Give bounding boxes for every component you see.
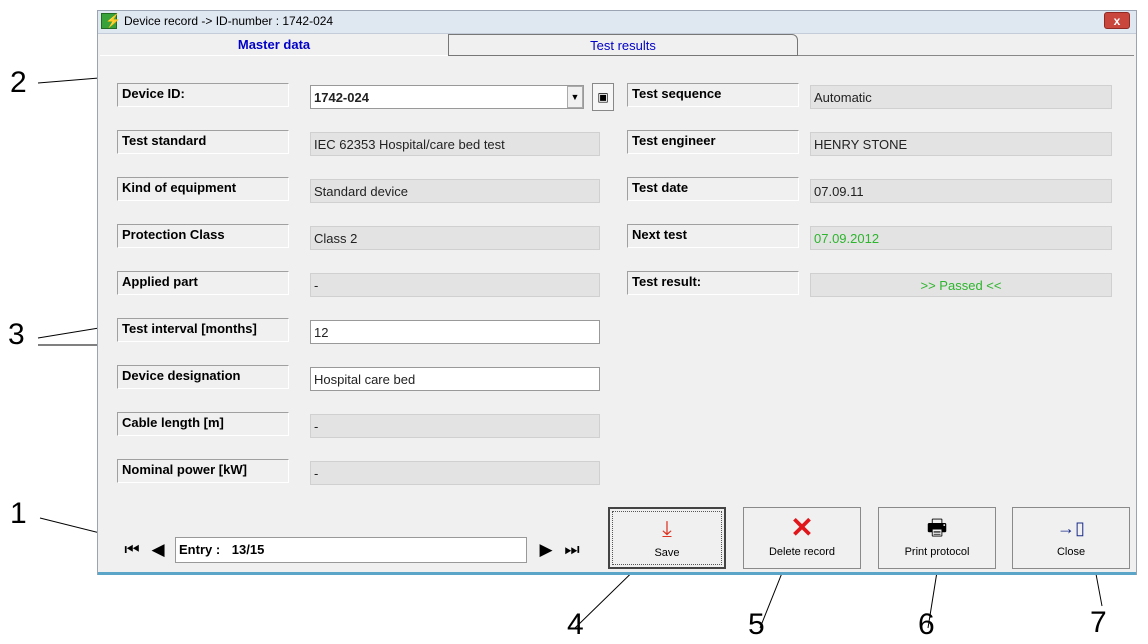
nominal-power-label: Nominal power [kW] bbox=[117, 459, 289, 483]
lightning-icon: ⚡ bbox=[101, 13, 121, 29]
test-result-value: >> Passed << bbox=[810, 273, 1112, 297]
delete-x-icon: ✕ bbox=[790, 512, 814, 543]
tab-divider bbox=[100, 55, 448, 56]
device-designation-input[interactable]: Hospital care bed bbox=[310, 367, 600, 391]
applied-part-label: Applied part bbox=[117, 271, 289, 295]
callout-1: 1 bbox=[10, 497, 27, 530]
callout-4: 4 bbox=[567, 608, 584, 641]
entry-value: 13/15 bbox=[231, 542, 265, 557]
delete-record-label: Delete record bbox=[768, 546, 836, 558]
applied-part-value: - bbox=[310, 273, 600, 297]
save-button-label: Save bbox=[654, 547, 680, 559]
test-date-value: 07.09.11 bbox=[810, 179, 1112, 203]
device-id-combo[interactable]: 1742-024 bbox=[310, 85, 584, 109]
tab-divider bbox=[798, 55, 1134, 56]
print-protocol-button[interactable]: 🖶 Print protocol bbox=[878, 507, 996, 569]
device-designation-label: Device designation bbox=[117, 365, 289, 389]
test-standard-value: IEC 62353 Hospital/care bed test bbox=[310, 132, 600, 156]
title-bar: ⚡ Device record -> ID-number : 1742-024 … bbox=[98, 11, 1136, 34]
kind-of-equipment-value: Standard device bbox=[310, 179, 600, 203]
window-bottom-edge bbox=[98, 572, 1136, 575]
test-sequence-value: Automatic bbox=[810, 85, 1112, 109]
callout-3: 3 bbox=[8, 318, 25, 351]
device-record-window: ⚡ Device record -> ID-number : 1742-024 … bbox=[97, 10, 1137, 575]
protection-class-label: Protection Class bbox=[117, 224, 289, 248]
window-close-button[interactable]: x bbox=[1104, 12, 1130, 29]
test-interval-input[interactable]: 12 bbox=[310, 320, 600, 344]
save-icon: ⤓ bbox=[662, 516, 672, 541]
window-title: Device record -> ID-number : 1742-024 bbox=[124, 14, 334, 28]
test-result-label: Test result: bbox=[627, 271, 799, 295]
print-protocol-label: Print protocol bbox=[904, 546, 970, 558]
delete-record-button[interactable]: ✕ Delete record bbox=[743, 507, 861, 569]
entry-counter: Entry : 13/15 bbox=[175, 537, 527, 563]
tab-test-results[interactable]: Test results bbox=[448, 34, 798, 56]
device-id-label: Device ID: bbox=[117, 83, 289, 107]
callout-7: 7 bbox=[1090, 606, 1107, 639]
last-record-icon[interactable]: ⏭ bbox=[560, 539, 584, 563]
test-engineer-label: Test engineer bbox=[627, 130, 799, 154]
entry-label: Entry : bbox=[179, 542, 221, 557]
cable-length-label: Cable length [m] bbox=[117, 412, 289, 436]
callout-2: 2 bbox=[10, 66, 27, 99]
chevron-down-icon[interactable]: ▼ bbox=[567, 86, 583, 108]
test-standard-label: Test standard bbox=[117, 130, 289, 154]
exit-door-icon: →▯ bbox=[1057, 518, 1085, 538]
test-sequence-label: Test sequence bbox=[627, 83, 799, 107]
test-date-label: Test date bbox=[627, 177, 799, 201]
search-binoculars-icon[interactable]: ▣ bbox=[592, 83, 614, 111]
test-interval-label: Test interval [months] bbox=[117, 318, 289, 342]
save-button[interactable]: ⤓ Save bbox=[608, 507, 726, 569]
test-engineer-value: HENRY STONE bbox=[810, 132, 1112, 156]
next-test-value: 07.09.2012 bbox=[810, 226, 1112, 250]
next-test-label: Next test bbox=[627, 224, 799, 248]
cable-length-value: - bbox=[310, 414, 600, 438]
close-button[interactable]: →▯ Close bbox=[1012, 507, 1130, 569]
protection-class-value: Class 2 bbox=[310, 226, 600, 250]
tab-master-data[interactable]: Master data bbox=[100, 34, 448, 56]
first-record-icon[interactable]: ⏮ bbox=[120, 539, 144, 563]
callout-5: 5 bbox=[748, 608, 765, 641]
previous-record-icon[interactable]: ◀ bbox=[146, 539, 170, 563]
next-record-icon[interactable]: ▶ bbox=[534, 539, 558, 563]
nominal-power-value: - bbox=[310, 461, 600, 485]
callout-6: 6 bbox=[918, 608, 935, 641]
printer-icon: 🖶 bbox=[926, 515, 948, 540]
close-button-label: Close bbox=[1056, 546, 1086, 558]
kind-of-equipment-label: Kind of equipment bbox=[117, 177, 289, 201]
